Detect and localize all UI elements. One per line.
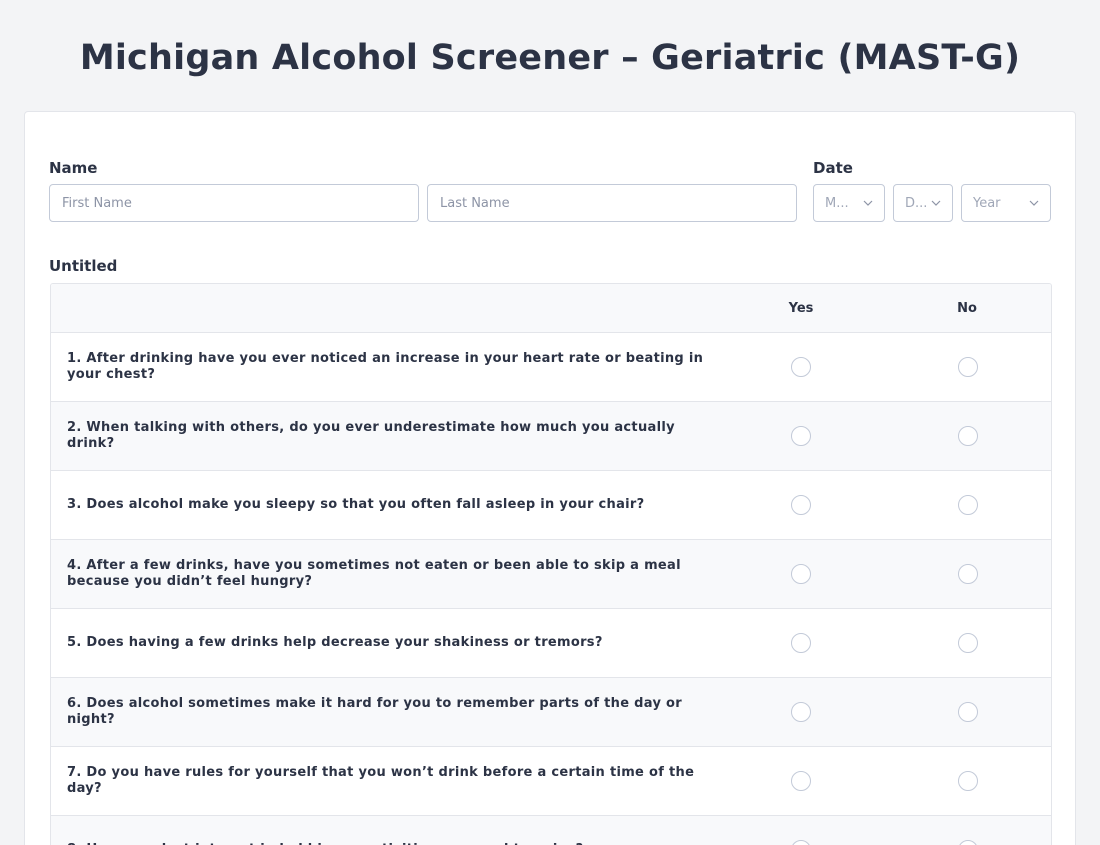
month-select[interactable]: M...: [813, 184, 885, 222]
question-row: 8. Have you lost interest in hobbies or …: [51, 816, 1051, 845]
no-radio[interactable]: [958, 426, 978, 446]
yes-radio[interactable]: [791, 633, 811, 653]
yes-radio[interactable]: [791, 426, 811, 446]
yes-radio[interactable]: [791, 564, 811, 584]
form-card: Name Date M... D... Year Untitled Yes No…: [24, 111, 1076, 845]
last-name-input[interactable]: [427, 184, 797, 222]
year-select-value: Year: [973, 195, 1001, 211]
chevron-down-icon: [1029, 200, 1039, 206]
question-row: 6. Does alcohol sometimes make it hard f…: [51, 678, 1051, 747]
question-row: 7. Do you have rules for yourself that y…: [51, 747, 1051, 816]
matrix-label: Untitled: [49, 257, 118, 275]
question-text: 7. Do you have rules for yourself that y…: [67, 765, 695, 796]
yes-radio[interactable]: [791, 840, 811, 845]
matrix-header: Yes No: [51, 284, 1051, 333]
question-row: 4. After a few drinks, have you sometime…: [51, 540, 1051, 609]
no-radio[interactable]: [958, 633, 978, 653]
question-text: 2. When talking with others, do you ever…: [67, 420, 675, 451]
yes-radio[interactable]: [791, 357, 811, 377]
year-select[interactable]: Year: [961, 184, 1051, 222]
day-select-value: D...: [905, 195, 927, 211]
question-text: 1. After drinking have you ever noticed …: [67, 351, 704, 382]
chevron-down-icon: [863, 200, 873, 206]
first-name-input[interactable]: [49, 184, 419, 222]
month-select-value: M...: [825, 195, 849, 211]
no-radio[interactable]: [958, 771, 978, 791]
question-text: 6. Does alcohol sometimes make it hard f…: [67, 696, 682, 727]
no-radio[interactable]: [958, 357, 978, 377]
no-radio[interactable]: [958, 495, 978, 515]
question-row: 3. Does alcohol make you sleepy so that …: [51, 471, 1051, 540]
no-radio[interactable]: [958, 564, 978, 584]
form-title: Michigan Alcohol Screener – Geriatric (M…: [79, 38, 1021, 78]
yes-radio[interactable]: [791, 771, 811, 791]
day-select[interactable]: D...: [893, 184, 953, 222]
yes-radio[interactable]: [791, 495, 811, 515]
question-row: 5. Does having a few drinks help decreas…: [51, 609, 1051, 678]
yes-radio[interactable]: [791, 702, 811, 722]
column-no-label: No: [957, 301, 977, 316]
question-text: 5. Does having a few drinks help decreas…: [67, 635, 603, 650]
question-row: 2. When talking with others, do you ever…: [51, 402, 1051, 471]
question-matrix: Yes No 1. After drinking have you ever n…: [50, 283, 1052, 845]
question-text: 3. Does alcohol make you sleepy so that …: [67, 497, 645, 512]
no-radio[interactable]: [958, 702, 978, 722]
question-row: 1. After drinking have you ever noticed …: [51, 333, 1051, 402]
column-yes-label: Yes: [788, 301, 814, 316]
question-text: 4. After a few drinks, have you sometime…: [67, 558, 681, 589]
date-label: Date: [813, 159, 853, 177]
name-label: Name: [49, 159, 98, 177]
no-radio[interactable]: [958, 840, 978, 845]
matrix-rows: 1. After drinking have you ever noticed …: [51, 333, 1051, 845]
chevron-down-icon: [931, 200, 941, 206]
